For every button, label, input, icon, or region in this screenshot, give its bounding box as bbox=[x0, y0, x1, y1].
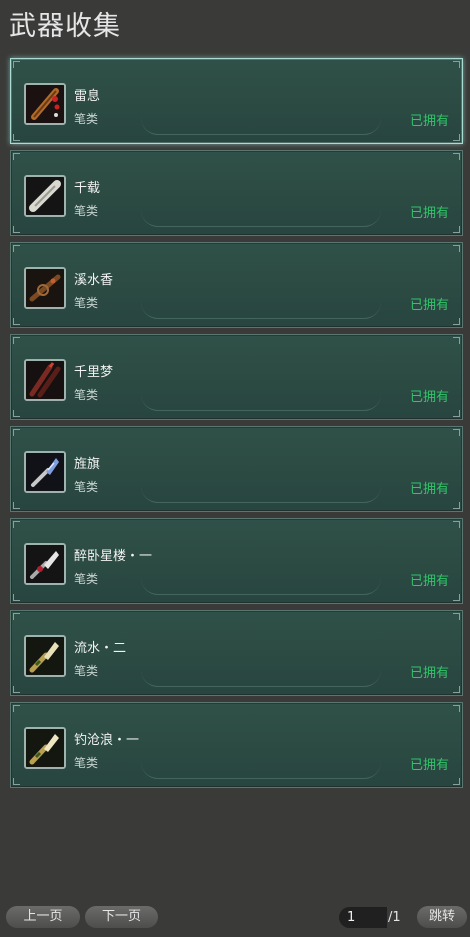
page-number-input[interactable]: 1 bbox=[339, 907, 387, 928]
page-title: 武器收集 bbox=[9, 11, 121, 42]
owned-status: 已拥有 bbox=[409, 114, 449, 129]
silver-brush-icon bbox=[24, 543, 66, 585]
weapon-name: 醉卧星楼・一 bbox=[74, 549, 153, 564]
red-brush-icon bbox=[24, 83, 66, 125]
weapon-card[interactable]: 钓沧浪・一 笔类 已拥有 bbox=[10, 702, 463, 788]
weapon-name: 钓沧浪・一 bbox=[74, 733, 140, 748]
white-brush-icon bbox=[24, 175, 66, 217]
weapon-card[interactable]: 溪水香 笔类 已拥有 bbox=[10, 242, 463, 328]
owned-status: 已拥有 bbox=[409, 298, 449, 313]
weapon-card[interactable]: 醉卧星楼・一 笔类 已拥有 bbox=[10, 518, 463, 604]
weapon-card[interactable]: 千载 笔类 已拥有 bbox=[10, 150, 463, 236]
weapon-name: 溪水香 bbox=[74, 273, 114, 288]
double-brush-icon bbox=[24, 359, 66, 401]
weapon-card[interactable]: 雷息 笔类 已拥有 bbox=[10, 58, 463, 144]
weapon-type: 笔类 bbox=[74, 756, 99, 770]
prev-page-button[interactable]: 上一页 bbox=[6, 906, 80, 928]
weapon-name: 千载 bbox=[74, 181, 101, 196]
weapon-name: 旌旗 bbox=[74, 457, 101, 472]
weapon-name: 千里梦 bbox=[74, 365, 114, 380]
gold-brush-icon-2 bbox=[24, 727, 66, 769]
weapon-list: 雷息 笔类 已拥有 千载 笔类 已拥有 溪水香 笔类 已拥有 千里梦 笔类 已拥… bbox=[10, 58, 463, 794]
weapon-card[interactable]: 流水・二 笔类 已拥有 bbox=[10, 610, 463, 696]
weapon-name: 流水・二 bbox=[74, 641, 127, 656]
owned-status: 已拥有 bbox=[409, 666, 449, 681]
weapon-type: 笔类 bbox=[74, 664, 99, 678]
brown-brush-icon bbox=[24, 267, 66, 309]
owned-status: 已拥有 bbox=[409, 390, 449, 405]
weapon-card[interactable]: 旌旗 笔类 已拥有 bbox=[10, 426, 463, 512]
weapon-type: 笔类 bbox=[74, 388, 99, 402]
weapon-type: 笔类 bbox=[74, 480, 99, 494]
weapon-type: 笔类 bbox=[74, 296, 99, 310]
weapon-card[interactable]: 千里梦 笔类 已拥有 bbox=[10, 334, 463, 420]
owned-status: 已拥有 bbox=[409, 574, 449, 589]
jump-button[interactable]: 跳转 bbox=[417, 906, 467, 928]
weapon-type: 笔类 bbox=[74, 112, 99, 126]
owned-status: 已拥有 bbox=[409, 206, 449, 221]
weapon-type: 笔类 bbox=[74, 572, 99, 586]
page-total: /1 bbox=[388, 910, 401, 925]
owned-status: 已拥有 bbox=[409, 758, 449, 773]
weapon-name: 雷息 bbox=[74, 89, 101, 104]
owned-status: 已拥有 bbox=[409, 482, 449, 497]
weapon-type: 笔类 bbox=[74, 204, 99, 218]
gold-brush-icon bbox=[24, 635, 66, 677]
next-page-button[interactable]: 下一页 bbox=[85, 906, 158, 928]
blue-brush-icon bbox=[24, 451, 66, 493]
